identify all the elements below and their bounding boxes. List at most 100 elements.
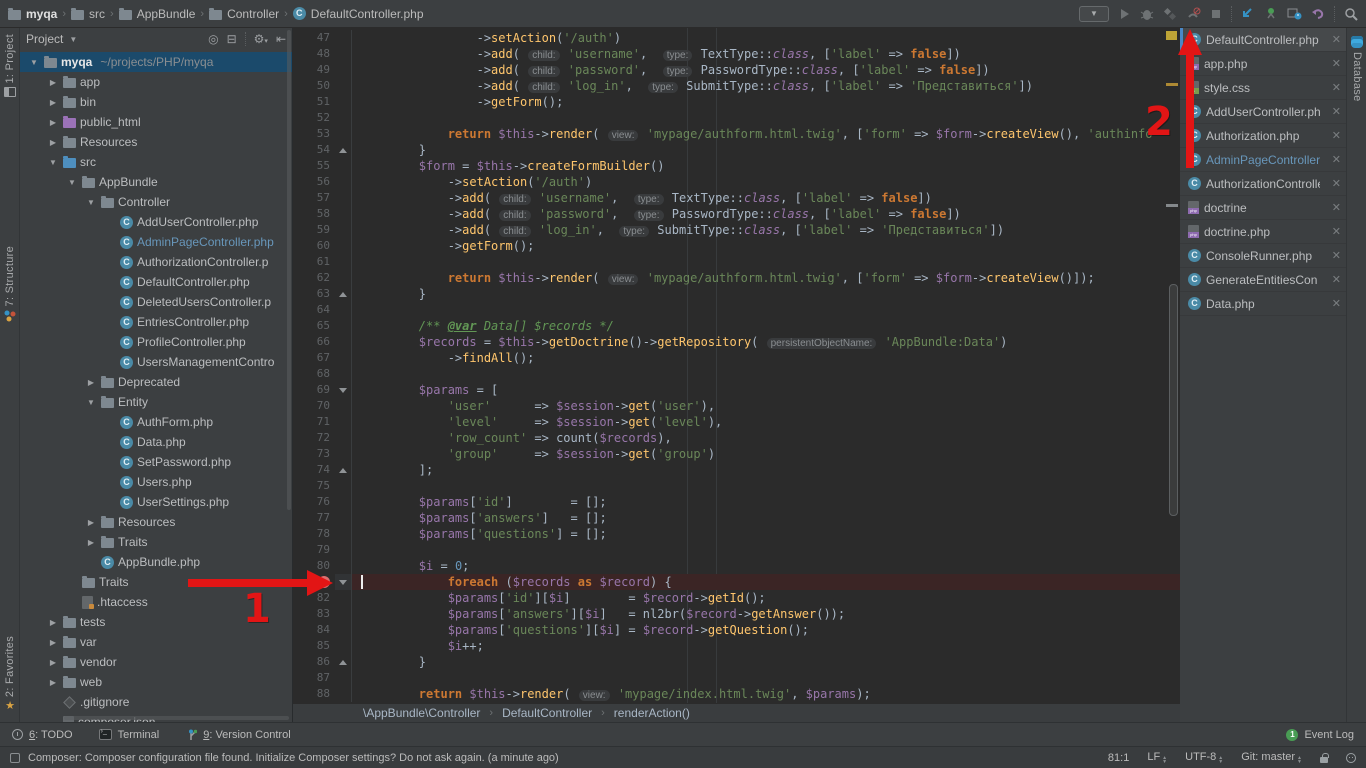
code-line[interactable]: 79 [293, 542, 1180, 558]
collapse-arrow-icon[interactable]: ▶ [47, 658, 59, 667]
tree-item[interactable]: ▶bin [20, 92, 292, 112]
tree-item[interactable]: ProfileController.php [20, 332, 292, 352]
line-number[interactable]: 60 [293, 238, 335, 254]
code-line[interactable]: 73 'group' => $session->get('group') [293, 446, 1180, 462]
tree-item[interactable]: ▼src [20, 152, 292, 172]
editor-tab[interactable]: doctrine.php✕ [1180, 220, 1346, 244]
search-everywhere-icon[interactable] [1344, 7, 1358, 21]
code-line[interactable]: 87 [293, 670, 1180, 686]
line-number[interactable]: 66 [293, 334, 335, 350]
line-number[interactable]: 54 [293, 142, 335, 158]
code-line[interactable]: 82 $params['id'][$i] = $record->getId(); [293, 590, 1180, 606]
tree-item[interactable]: UsersManagementContro [20, 352, 292, 372]
breadcrumb-item[interactable]: renderAction() [614, 706, 690, 720]
code-editor[interactable]: 47 ->setAction('/auth')48 ->add( child: … [293, 28, 1180, 703]
collapse-arrow-icon[interactable]: ▶ [85, 538, 97, 547]
close-icon[interactable]: ✕ [1332, 105, 1341, 118]
tree-item[interactable]: ▼Controller [20, 192, 292, 212]
code-line[interactable]: 50 ->add( child: 'log_in', type: SubmitT… [293, 78, 1180, 94]
line-number[interactable]: 72 [293, 430, 335, 446]
tree-item[interactable]: ▼Entity [20, 392, 292, 412]
code-line[interactable]: 78 $params['questions'] = []; [293, 526, 1180, 542]
collapse-arrow-icon[interactable]: ▶ [47, 98, 59, 107]
tree-item[interactable]: UserSettings.php [20, 492, 292, 512]
line-number[interactable]: 57 [293, 190, 335, 206]
chevron-down-icon[interactable]: ▼ [69, 35, 77, 44]
line-number[interactable]: 56 [293, 174, 335, 190]
tree-item[interactable]: AdminPageController.php [20, 232, 292, 252]
fold-marker-icon[interactable] [335, 286, 352, 302]
code-line[interactable]: 70 'user' => $session->get('user'), [293, 398, 1180, 414]
code-line[interactable]: 63 } [293, 286, 1180, 302]
collapse-all-icon[interactable]: ⊟ [227, 32, 237, 46]
line-number[interactable]: 50 [293, 78, 335, 94]
breadcrumb-item[interactable]: DefaultController [502, 706, 592, 720]
code-line[interactable]: 65 /** @var Data[] $records */ [293, 318, 1180, 334]
line-number[interactable]: 47 [293, 30, 335, 46]
debug-bug-icon[interactable] [1140, 7, 1154, 21]
editor-tab[interactable]: ConsoleRunner.php✕ [1180, 244, 1346, 268]
tree-item[interactable]: ▼AppBundle [20, 172, 292, 192]
tree-item[interactable]: ▶Resources [20, 132, 292, 152]
tree-item[interactable]: AppBundle.php [20, 552, 292, 572]
editor-tab[interactable]: Authorization.php✕ [1180, 124, 1346, 148]
fold-marker-icon[interactable] [335, 142, 352, 158]
line-number[interactable]: 84 [293, 622, 335, 638]
collapse-arrow-icon[interactable]: ▶ [85, 378, 97, 387]
line-number[interactable]: 55 [293, 158, 335, 174]
toolwindow-button-terminal[interactable]: Terminal [99, 729, 160, 741]
run-config-dropdown[interactable]: ▼ [1079, 6, 1109, 22]
collapse-arrow-icon[interactable]: ▶ [47, 618, 59, 627]
toolwindow-favorites-button[interactable]: 2: Favorites★ [0, 636, 20, 712]
line-number[interactable]: 63 [293, 286, 335, 302]
code-line[interactable]: 85 $i++; [293, 638, 1180, 654]
tree-item[interactable]: ▶vendor [20, 652, 292, 672]
line-number[interactable]: 69 [293, 382, 335, 398]
line-number[interactable]: 65 [293, 318, 335, 334]
code-line[interactable]: 72 'row_count' => count($records), [293, 430, 1180, 446]
background-tasks-icon[interactable] [10, 753, 20, 763]
close-icon[interactable]: ✕ [1332, 177, 1341, 190]
status-message[interactable]: Composer: Composer configuration file fo… [28, 752, 559, 764]
collapse-arrow-icon[interactable]: ▶ [47, 138, 59, 147]
code-line[interactable]: 74 ]; [293, 462, 1180, 478]
breadcrumb-item[interactable]: DefaultController.php [293, 7, 424, 21]
line-number[interactable]: 71 [293, 414, 335, 430]
line-number[interactable]: 78 [293, 526, 335, 542]
tree-item[interactable]: DefaultController.php [20, 272, 292, 292]
tree-item[interactable]: AuthForm.php [20, 412, 292, 432]
line-number[interactable]: 59 [293, 222, 335, 238]
collapse-arrow-icon[interactable]: ▶ [85, 518, 97, 527]
line-number[interactable]: 70 [293, 398, 335, 414]
breadcrumb-item[interactable]: \AppBundle\Controller [363, 706, 480, 720]
vcs-commit-icon[interactable] [1264, 7, 1278, 21]
code-line[interactable]: 47 ->setAction('/auth') [293, 30, 1180, 46]
fold-marker-icon[interactable] [335, 654, 352, 670]
line-number[interactable]: 83 [293, 606, 335, 622]
stop-icon[interactable] [1210, 8, 1222, 20]
line-number[interactable]: 53 [293, 126, 335, 142]
code-line[interactable]: 75 [293, 478, 1180, 494]
run-icon[interactable] [1118, 7, 1131, 21]
expand-arrow-icon[interactable]: ▼ [66, 178, 78, 187]
code-line[interactable]: 61 [293, 254, 1180, 270]
caret-stripe-mark[interactable] [1166, 204, 1178, 207]
line-number[interactable]: 87 [293, 670, 335, 686]
warning-stripe-mark[interactable] [1166, 31, 1177, 40]
editor-tab[interactable]: AddUserController.php✕ [1180, 100, 1346, 124]
code-line[interactable]: 56 ->setAction('/auth') [293, 174, 1180, 190]
gear-icon[interactable]: ⚙▾ [254, 32, 268, 46]
breadcrumb-item[interactable]: myqa [8, 7, 57, 21]
code-line[interactable]: 57 ->add( child: 'username', type: TextT… [293, 190, 1180, 206]
code-line[interactable]: 69 $params = [ [293, 382, 1180, 398]
editor-tab[interactable]: doctrine✕ [1180, 196, 1346, 220]
changes-history-icon[interactable] [1287, 7, 1302, 21]
tree-horizontal-scrollbar[interactable] [64, 716, 289, 720]
code-line[interactable]: 55 $form = $this->createFormBuilder() [293, 158, 1180, 174]
line-number[interactable]: 48 [293, 46, 335, 62]
close-icon[interactable]: ✕ [1332, 129, 1341, 142]
tree-item[interactable]: ▶public_html [20, 112, 292, 132]
line-number[interactable]: 74 [293, 462, 335, 478]
coverage-icon[interactable] [1163, 7, 1177, 21]
editor-tab[interactable]: AuthorizationController.php✕ [1180, 172, 1346, 196]
